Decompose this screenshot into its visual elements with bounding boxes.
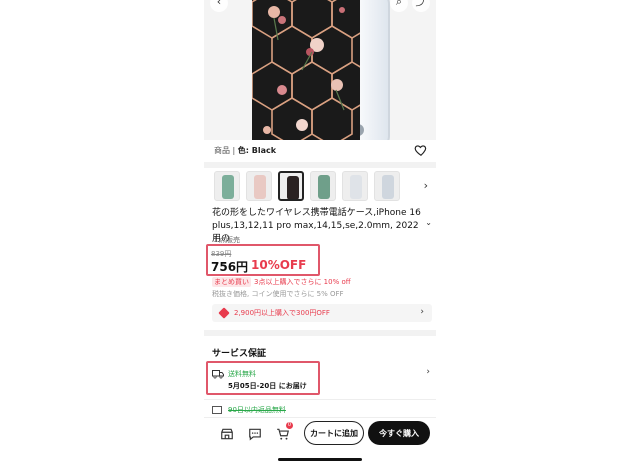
coin-text: 税抜き価格, コイン使用でさらに 5% OFF xyxy=(212,290,344,298)
back-button[interactable]: ‹ xyxy=(210,0,228,12)
product-page: ‹ ⌕ ⤴ 商品 | 色: Black › 花の形をしたワイヤレス携帯電話ケース… xyxy=(204,0,436,465)
bundle-promo: まとめ買い 3点以上購入でさらに 10% off xyxy=(212,277,351,287)
coupon-text: 2,900円以上購入で300円OFF xyxy=(234,309,330,317)
price: 756円 xyxy=(211,260,249,274)
variant-text: 商品 | 色: Black xyxy=(214,146,277,155)
truck-icon xyxy=(212,370,224,379)
floral-case-image xyxy=(252,0,360,140)
product-title: 花の形をしたワイヤレス携帯電話ケース,iPhone 16 plus,13,12,… xyxy=(212,208,421,244)
store-icon[interactable] xyxy=(220,427,234,441)
thumbnail-green[interactable] xyxy=(214,171,240,201)
cart-badge: 0 xyxy=(286,422,293,429)
section-divider xyxy=(204,330,436,336)
share-icon[interactable]: ⤴ xyxy=(412,0,430,12)
product-image[interactable]: ‹ ⌕ ⤴ xyxy=(204,0,436,140)
chevron-right-icon[interactable]: › xyxy=(424,179,428,192)
coupon-banner[interactable]: 2,900円以上購入で300円OFF › xyxy=(212,304,432,322)
returns-label: 90日以内返品無料 xyxy=(228,406,286,414)
bundle-text: 3点以上購入でさらに 10% off xyxy=(254,278,351,286)
chevron-right-icon: › xyxy=(420,307,424,317)
home-indicator xyxy=(278,458,362,461)
delivery-date: 5月05日-20日 にお届け xyxy=(228,382,307,390)
chevron-down-icon[interactable]: ⌄ xyxy=(425,218,432,227)
free-shipping-label: 送料無料 xyxy=(228,370,256,378)
thumbnail-black[interactable] xyxy=(278,171,304,201)
discount-badge: 10%OFF xyxy=(251,258,307,272)
row-divider xyxy=(204,399,436,400)
chevron-right-icon[interactable]: › xyxy=(426,367,430,377)
return-icon xyxy=(212,406,222,414)
chat-icon[interactable] xyxy=(248,427,262,441)
variant-row: 商品 | 色: Black xyxy=(204,140,436,162)
service-title: サービス保証 xyxy=(212,349,267,359)
thumbnail-clear[interactable] xyxy=(374,171,400,201)
buy-now-button[interactable]: 今すぐ購入 xyxy=(368,421,430,445)
variant-thumbnails xyxy=(214,171,400,201)
search-icon[interactable]: ⌕ xyxy=(390,0,408,12)
thumbnail-green-2[interactable] xyxy=(310,171,336,201)
bottom-action-bar: 0 カートに追加 今すぐ購入 xyxy=(204,417,436,465)
coupon-tag-icon xyxy=(218,307,230,319)
thumbnail-white[interactable] xyxy=(342,171,368,201)
bundle-tag: まとめ買い xyxy=(212,277,251,287)
thumbnail-pink[interactable] xyxy=(246,171,272,201)
add-to-cart-button[interactable]: カートに追加 xyxy=(304,421,364,445)
heart-icon[interactable] xyxy=(414,143,428,157)
cart-icon[interactable] xyxy=(276,427,290,441)
section-divider xyxy=(204,162,436,168)
